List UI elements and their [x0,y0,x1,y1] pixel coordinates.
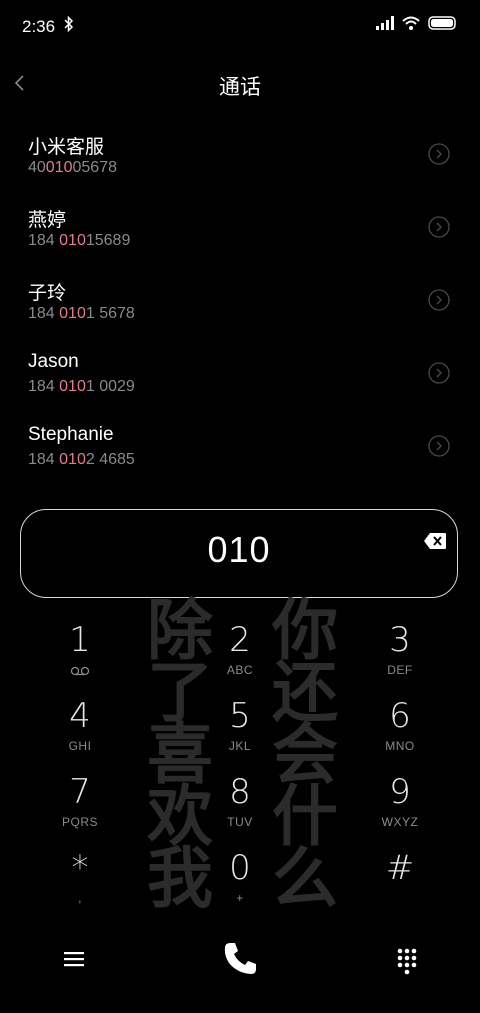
page-title: 通话 [219,76,261,99]
contact-row[interactable]: 小米客服 4001005678 [0,118,480,191]
key-3[interactable]: 3 DEF [345,616,455,688]
contact-number: 184 01015689 [28,232,131,249]
contact-row[interactable]: 子玲 184 0101 5678 [0,264,480,337]
contact-name: 小米客服 [28,137,105,158]
chevron-right-circle-icon[interactable] [428,362,450,384]
header: 通话 [0,58,480,110]
dial-display: 010 [20,509,458,598]
dialed-number: 010 [207,529,271,570]
key-7[interactable]: 7 PQRS [25,768,135,840]
contact-name: Stephanie [28,424,114,445]
key-6[interactable]: 6 MNO [345,692,455,764]
key-9[interactable]: 9 WXYZ [345,768,455,840]
status-bar: 2:36 [0,0,480,52]
bluetooth-icon [64,15,74,33]
key-4[interactable]: 4 GHI [25,692,135,764]
bottom-bar [0,930,480,990]
backspace-icon[interactable] [423,532,447,550]
menu-icon[interactable] [62,948,86,970]
contact-number: 184 0102 4685 [28,451,135,468]
contact-number: 4001005678 [28,159,117,176]
chevron-right-circle-icon[interactable] [428,216,450,238]
battery-icon [428,16,456,30]
status-icons [376,16,458,30]
chevron-right-circle-icon[interactable] [428,435,450,457]
chevron-right-circle-icon[interactable] [428,289,450,311]
contact-name: Jason [28,351,79,372]
voicemail-icon [25,663,135,681]
key-2[interactable]: 2 ABC [185,616,295,688]
phone-icon[interactable] [221,940,259,978]
keypad: 1 2 ABC 3 DEF 4 GHI 5 JKL 6 MNO 7 PQRS 8… [0,610,480,910]
contact-number: 184 0101 5678 [28,305,135,322]
contact-row[interactable]: Jason 184 0101 0029 [0,337,480,410]
contact-row[interactable]: 燕婷 184 01015689 [0,191,480,264]
key-1[interactable]: 1 [25,616,135,688]
signal-icon [376,16,394,30]
chevron-right-circle-icon[interactable] [428,143,450,165]
wifi-icon [402,16,420,30]
contact-row[interactable]: Stephanie 184 0102 4685 [0,410,480,483]
contact-name: 子玲 [28,283,67,304]
status-time: 2:36 [22,17,56,36]
key-5[interactable]: 5 JKL [185,692,295,764]
key-hash[interactable]: # [345,844,455,916]
contact-name: 燕婷 [28,210,67,231]
key-0[interactable]: 0 + [185,844,295,916]
key-star[interactable]: * , [25,844,135,916]
key-8[interactable]: 8 TUV [185,768,295,840]
contact-number: 184 0101 0029 [28,378,135,395]
dialpad-icon[interactable] [396,947,418,975]
